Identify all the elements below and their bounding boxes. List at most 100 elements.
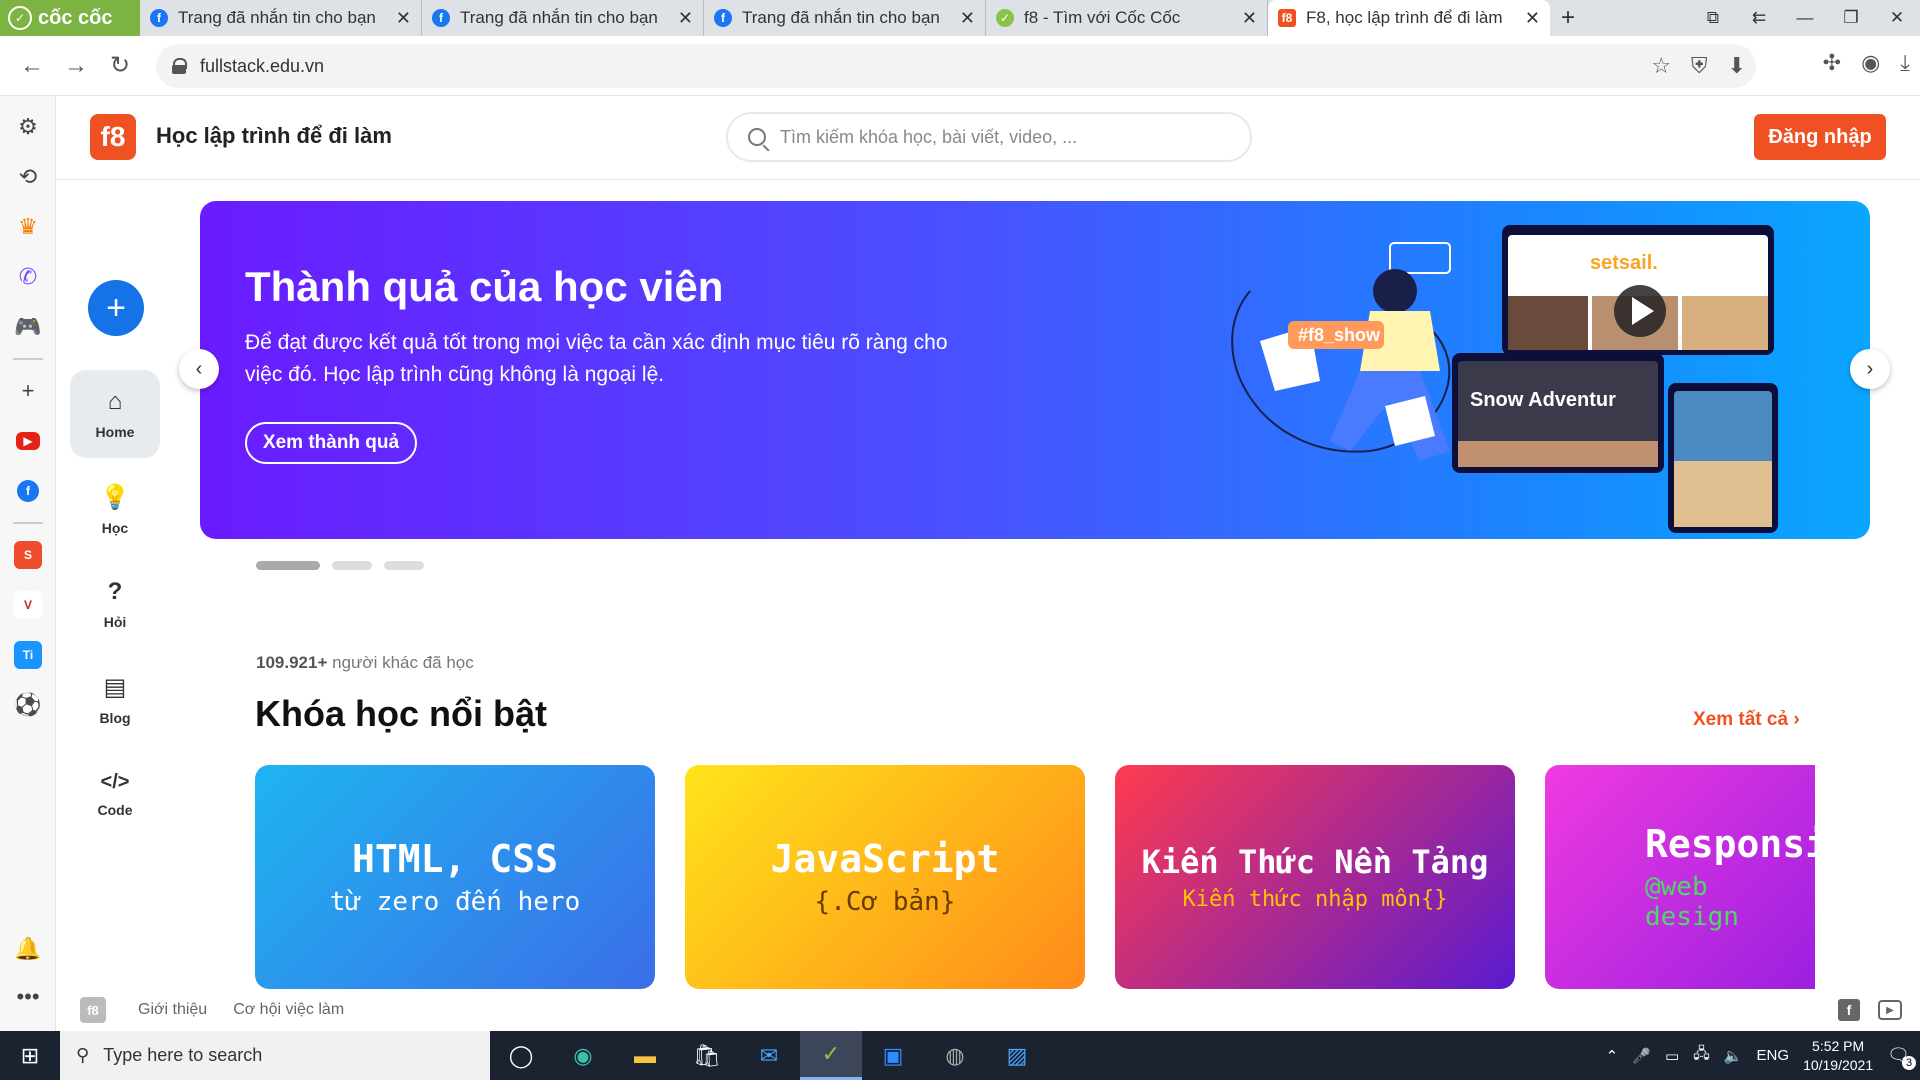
game-ball-icon[interactable]: ⚽ [0, 680, 56, 730]
battery-icon[interactable]: ▭ [1665, 1047, 1679, 1065]
shopee-icon[interactable]: S [0, 530, 56, 580]
task-view-icon[interactable]: ◯ [490, 1031, 552, 1080]
f8-logo[interactable]: f8 [90, 114, 136, 160]
close-tab-icon[interactable]: ✕ [396, 8, 411, 29]
close-tab-icon[interactable]: ✕ [678, 8, 693, 29]
hashtag-tag: #f8_show [1298, 325, 1381, 345]
snow-adventure-text: Snow Adventur [1470, 389, 1616, 411]
browser-tab[interactable]: f Trang đã nhắn tin cho bạn ✕ [704, 0, 986, 36]
youtube-footer-icon[interactable]: ▶ [1878, 1000, 1902, 1020]
downloads-icon[interactable]: ⤓ [1900, 50, 1910, 76]
carousel-dot[interactable] [384, 561, 424, 570]
chevron-up-icon[interactable]: ⌃ [1606, 1047, 1619, 1065]
page-footer: f8 Giới thiệu Cơ hội việc làm f ▶ [56, 990, 1920, 1030]
more-icon[interactable]: ••• [0, 972, 56, 1022]
footer-link-jobs[interactable]: Cơ hội việc làm [233, 1001, 344, 1019]
course-card-responsive[interactable]: Responsiv @web design [1545, 765, 1815, 989]
clock[interactable]: 5:52 PM 10/19/2021 [1803, 1037, 1873, 1075]
tab-title: Trang đã nhắn tin cho bạn [460, 8, 658, 27]
shield-icon[interactable]: ⛨ [1691, 53, 1708, 79]
banner-prev-button[interactable]: ‹ [179, 349, 219, 389]
nav-label: Blog [99, 709, 131, 726]
edge-icon[interactable]: ◉ [552, 1031, 614, 1080]
crown-icon[interactable]: ♛ [0, 202, 56, 252]
tiki-icon[interactable]: Ti [0, 630, 56, 680]
carousel-dot[interactable] [332, 561, 372, 570]
add-sidebar-icon[interactable]: + [0, 366, 56, 416]
windows-start-icon[interactable]: ⊞ [0, 1031, 60, 1080]
browser-tab[interactable]: f Trang đã nhắn tin cho bạn ✕ [140, 0, 422, 36]
footer-link-about[interactable]: Giới thiệu [138, 1001, 207, 1019]
image-icon [1389, 242, 1451, 274]
course-card-html-css[interactable]: HTML, CSS từ zero đến hero [255, 765, 655, 989]
microphone-icon[interactable]: 🎤 [1632, 1047, 1651, 1065]
nav-ask[interactable]: ? Hỏi [70, 560, 160, 648]
site-search-input[interactable]: Tìm kiếm khóa học, bài viết, video, ... [726, 112, 1252, 162]
carousel-dot[interactable] [256, 561, 320, 570]
bookmark-star-icon[interactable]: ☆ [1651, 53, 1671, 79]
facebook-sidebar-icon[interactable]: f [0, 466, 56, 516]
browser-tab[interactable]: f Trang đã nhắn tin cho bạn ✕ [422, 0, 704, 36]
setsail-text: setsail. [1590, 252, 1658, 274]
gamepad-icon[interactable]: 🎮 [0, 302, 56, 352]
notification-bell-icon[interactable]: 🔔 [0, 924, 56, 974]
nav-home[interactable]: ⌂ Home [70, 370, 160, 458]
language-indicator[interactable]: ENG [1757, 1047, 1790, 1064]
profile-icon[interactable]: ◉ [1861, 50, 1880, 76]
file-explorer-icon[interactable]: ▬ [614, 1031, 676, 1080]
lock-icon[interactable] [172, 58, 187, 74]
login-button[interactable]: Đăng nhập [1754, 114, 1886, 160]
browser-tab[interactable]: ✓ f8 - Tìm với Cốc Cốc ✕ [986, 0, 1268, 36]
footer-logo[interactable]: f8 [80, 997, 106, 1023]
zoom-icon[interactable]: ▣ [862, 1031, 924, 1080]
photos-icon[interactable]: ▨ [986, 1031, 1048, 1080]
messenger-icon[interactable]: ✆ [0, 252, 56, 302]
coccoc-brand[interactable]: ✓ cốc cốc [0, 0, 140, 36]
taskbar-search-placeholder: Type here to search [103, 1045, 263, 1065]
banner-next-button[interactable]: › [1850, 349, 1890, 389]
close-window-icon[interactable]: ✕ [1874, 0, 1920, 36]
course-card-fundamentals[interactable]: Kiến Thức Nền Tảng Kiến thức nhập môn{} [1115, 765, 1515, 989]
taskbar-search[interactable]: ⚲ Type here to search [60, 1031, 490, 1080]
browser-tab-active[interactable]: f8 F8, học lập trình để đi làm ✕ [1268, 0, 1550, 36]
maximize-icon[interactable]: ❐ [1828, 0, 1874, 36]
app-icon[interactable]: ◍ [924, 1031, 986, 1080]
clock-date: 10/19/2021 [1803, 1056, 1874, 1073]
download-page-icon[interactable]: ⬇ [1728, 53, 1746, 79]
back-forward-cache-icon[interactable]: ⇇ [1736, 0, 1782, 36]
learners-text: người khác đã học [332, 653, 474, 672]
forward-icon[interactable]: → [54, 52, 98, 80]
settings-icon[interactable]: ⚙ [0, 102, 56, 152]
history-icon[interactable]: ⟲ [0, 152, 56, 202]
course-subtitle: từ zero đến hero [329, 887, 581, 917]
minimize-icon[interactable]: — [1782, 0, 1828, 36]
create-post-button[interactable]: + [88, 280, 144, 336]
nav-code[interactable]: </> Code [70, 750, 160, 838]
volume-icon[interactable]: 🔈 [1724, 1047, 1743, 1065]
course-card-javascript[interactable]: JavaScript {.Cơ bản} [685, 765, 1085, 989]
tab-search-icon[interactable]: ⧉ [1690, 0, 1736, 36]
address-bar[interactable]: fullstack.edu.vn ☆ ⛨ ⬇ [156, 44, 1756, 88]
store-icon[interactable]: 🛍 [676, 1031, 738, 1080]
mail-icon[interactable]: ✉ [738, 1031, 800, 1080]
tab-bar: ✓ cốc cốc f Trang đã nhắn tin cho bạn ✕ … [0, 0, 1920, 36]
reload-icon[interactable]: ↻ [98, 51, 142, 80]
nav-blog[interactable]: ▤ Blog [70, 655, 160, 743]
nav-learn[interactable]: 💡 Học [70, 465, 160, 553]
vtv-icon[interactable]: V [0, 580, 56, 630]
search-icon: ⚲ [76, 1045, 90, 1065]
view-all-link[interactable]: Xem tất cả › [1693, 709, 1800, 731]
back-icon[interactable]: ← [10, 52, 54, 80]
extensions-icon[interactable]: ✣ [1823, 50, 1841, 76]
banner-cta-button[interactable]: Xem thành quả [245, 422, 417, 464]
network-icon[interactable]: 🖧 [1693, 1043, 1710, 1068]
new-tab-icon[interactable]: + [1550, 0, 1586, 36]
facebook-footer-icon[interactable]: f [1838, 999, 1860, 1021]
youtube-icon[interactable]: ▶ [0, 416, 56, 466]
close-tab-icon[interactable]: ✕ [1525, 8, 1540, 29]
coccoc-taskbar-icon[interactable]: ✓ [800, 1031, 862, 1080]
close-tab-icon[interactable]: ✕ [960, 8, 975, 29]
coccoc-logo-icon: ✓ [8, 6, 32, 30]
close-tab-icon[interactable]: ✕ [1242, 8, 1257, 29]
notification-center-icon[interactable]: 🗨 3 [1887, 1045, 1916, 1070]
